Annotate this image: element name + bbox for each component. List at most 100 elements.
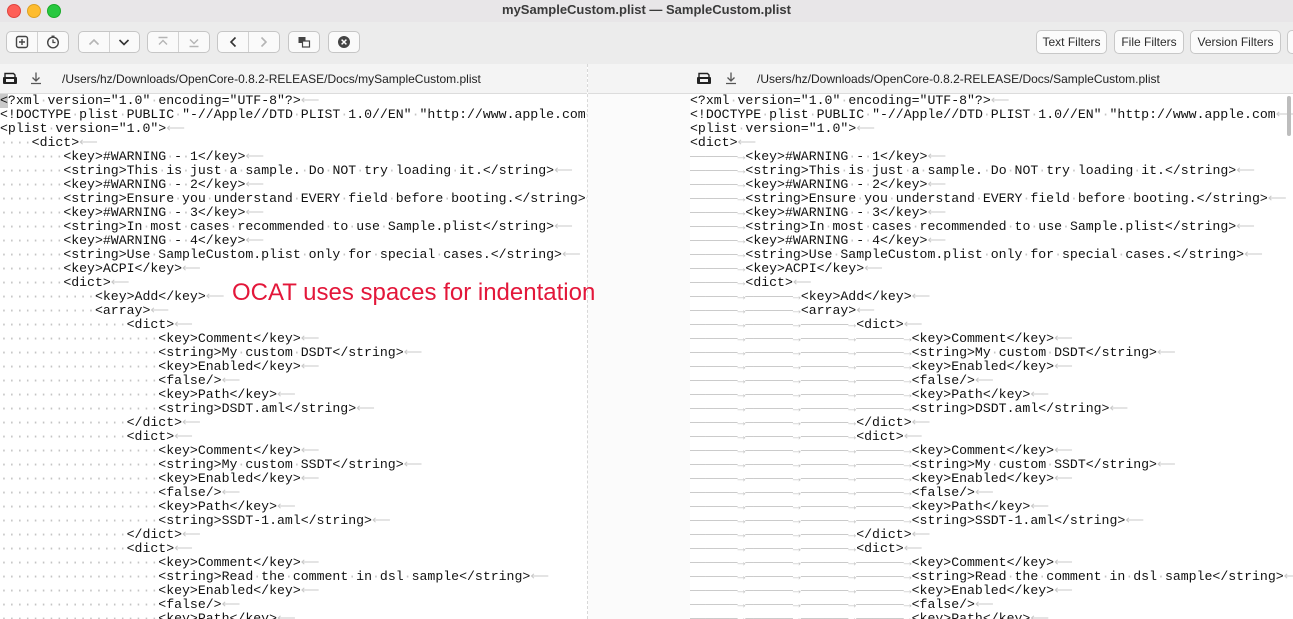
first-difference-icon [158, 36, 168, 45]
next-change-button[interactable] [248, 32, 279, 52]
code-line: ——————→——————→——————→——————→<false/>⟵ [690, 485, 994, 500]
code-line: ····················<key>Path</key>⟵ [0, 499, 296, 514]
title-bar: mySampleCustom.plist — SampleCustom.plis… [0, 0, 1293, 22]
code-line: ········<key>ACPI</key>⟵ [0, 261, 201, 276]
diff-nav-button-group [78, 31, 140, 53]
code-line: ——————→<key>#WARNING·-·1</key>⟵ [690, 149, 947, 164]
first-difference-button[interactable] [148, 32, 178, 52]
new-session-icon [15, 35, 29, 49]
previous-difference-button[interactable] [79, 32, 109, 52]
left-download-icon[interactable] [29, 71, 43, 85]
toolbar: Text Filters File Filters Version Filter… [0, 22, 1293, 65]
code-line: ——————→——————→——————→<dict>⟵ [690, 317, 923, 332]
right-file-path[interactable]: /Users/hz/Downloads/OpenCore-0.8.2-RELEA… [757, 72, 1160, 86]
chevron-right-icon [260, 36, 268, 48]
code-line: ——————→——————→——————→——————→<key>Comment… [690, 555, 1073, 570]
code-line: ········<key>#WARNING·-·1</key>⟵ [0, 149, 265, 164]
code-line: <?xml·version="1.0"·encoding="UTF-8"?>⟵ [0, 94, 320, 108]
code-line: ——————→<key>ACPI</key>⟵ [690, 261, 884, 276]
code-line: ····················<key>Enabled</key>⟵ [0, 583, 320, 598]
next-difference-button[interactable] [108, 32, 140, 52]
code-line: ····················<key>Enabled</key>⟵ [0, 471, 320, 486]
code-line: ——————→<string>Ensure·you·understand·EVE… [690, 191, 1287, 206]
code-line: ——————→<string>This·is·just·a·sample.·Do… [690, 163, 1256, 178]
chevron-left-icon [229, 36, 237, 48]
code-line: ——————→——————→——————→<dict>⟵ [690, 429, 923, 444]
code-line: ················<dict>⟵ [0, 541, 194, 556]
swap-sides-button[interactable] [288, 31, 320, 53]
code-line: <!DOCTYPE·plist·PUBLIC·"-//Apple//DTD·PL… [690, 107, 1293, 122]
file-filters-button[interactable]: File Filters [1114, 30, 1184, 54]
stop-button[interactable] [328, 31, 360, 53]
code-line: ——————→——————→——————→</dict>⟵ [690, 527, 931, 542]
code-line: ——————→——————→——————→——————→<string>SSDT… [690, 513, 1145, 528]
code-line: ——————→——————→<key>Add</key>⟵ [690, 289, 931, 304]
code-line: ——————→——————→——————→——————→<key>Enabled… [690, 359, 1073, 374]
previous-change-button[interactable] [218, 32, 248, 52]
code-line: ····················<string>Read·the·com… [0, 569, 550, 584]
code-line: ····················<false/>⟵ [0, 485, 241, 500]
code-line: ····················<string>My·custom·DS… [0, 345, 423, 360]
left-path-bar: /Users/hz/Downloads/OpenCore-0.8.2-RELEA… [0, 64, 587, 94]
last-difference-icon [189, 39, 199, 48]
close-circle-icon [338, 36, 350, 48]
code-line: ——————→——————→——————→——————→<string>Read… [690, 569, 1293, 584]
code-line: ——————→<key>#WARNING·-·3</key>⟵ [690, 205, 947, 220]
history-button[interactable] [37, 32, 68, 52]
code-line: ····················<string>My·custom·SS… [0, 457, 423, 472]
right-open-file-icon[interactable] [696, 71, 712, 85]
code-line: ················</dict>⟵ [0, 527, 201, 542]
version-filters-button[interactable]: Version Filters [1190, 30, 1281, 54]
text-filters-button[interactable]: Text Filters [1036, 30, 1107, 54]
code-line: ——————→——————→——————→——————→<false/>⟵ [690, 597, 994, 612]
code-line: ——————→<string>In·most·cases·recommended… [690, 219, 1256, 234]
code-line: <?xml·version="1.0"·encoding="UTF-8"?>⟵ [690, 94, 1010, 108]
diff-connector-gutter [588, 94, 690, 619]
left-open-file-icon[interactable] [2, 71, 18, 85]
code-line: ········<string>Use·SampleCustom.plist·o… [0, 247, 581, 262]
code-line: ——————→<dict>⟵ [690, 275, 812, 290]
code-line: ····················<key>Enabled</key>⟵ [0, 359, 320, 374]
annotation-text: OCAT uses spaces for indentation [232, 279, 596, 306]
code-line: ——————→——————→——————→</dict>⟵ [690, 415, 931, 430]
code-line: <dict>⟵ [690, 135, 757, 150]
left-code-view[interactable]: <?xml·version="1.0"·encoding="UTF-8"?>⟵ <… [0, 94, 587, 619]
code-line: ········<key>#WARNING·-·4</key>⟵ [0, 233, 265, 248]
code-line: ····················<key>Path</key>⟵ [0, 611, 296, 619]
chevron-up-icon [88, 38, 99, 46]
right-code-view[interactable]: <?xml·version="1.0"·encoding="UTF-8"?>⟵ <… [690, 94, 1293, 619]
code-line: ········<key>#WARNING·-·3</key>⟵ [0, 205, 265, 220]
first-last-button-group [147, 31, 210, 53]
code-line: ····················<key>Comment</key>⟵ [0, 555, 320, 570]
code-line: ——————→——————→——————→——————→<string>My·c… [690, 345, 1176, 360]
code-line: ····················<key>Comment</key>⟵ [0, 331, 320, 346]
code-line: <plist·version="1.0">⟵ [690, 121, 876, 136]
code-line: ····················<string>DSDT.aml</st… [0, 401, 376, 416]
right-scroll-thumb[interactable] [1287, 96, 1291, 136]
code-line: <plist·version="1.0">⟵ [0, 121, 186, 136]
left-file-path[interactable]: /Users/hz/Downloads/OpenCore-0.8.2-RELEA… [62, 72, 481, 86]
code-line: ················<dict>⟵ [0, 317, 194, 332]
right-download-icon[interactable] [724, 71, 738, 85]
pane-divider[interactable] [587, 64, 589, 619]
clock-icon [46, 35, 60, 49]
left-code-pane[interactable]: <?xml·version="1.0"·encoding="UTF-8"?>⟵ <… [0, 94, 587, 619]
right-path-bar: /Users/hz/Downloads/OpenCore-0.8.2-RELEA… [588, 64, 1293, 94]
code-line: ——————→——————→——————→——————→<false/>⟵ [690, 373, 994, 388]
more-toolbar-button[interactable] [1287, 30, 1293, 54]
session-button-group [6, 31, 69, 53]
code-line: ——————→——————→——————→——————→<key>Enabled… [690, 583, 1073, 598]
code-line: ——————→——————→<array>⟵ [690, 303, 876, 318]
code-line: ····················<key>Path</key>⟵ [0, 387, 296, 402]
code-line: ——————→<string>Use·SampleCustom.plist·on… [690, 247, 1263, 262]
code-line: ——————→——————→——————→——————→<key>Path</k… [690, 387, 1050, 402]
code-line: ····················<false/>⟵ [0, 373, 241, 388]
code-line: ——————→——————→——————→<dict>⟵ [690, 541, 923, 556]
code-line: ——————→<key>#WARNING·-·4</key>⟵ [690, 233, 947, 248]
code-line: ········<key>#WARNING·-·2</key>⟵ [0, 177, 265, 192]
code-line: ····<dict>⟵ [0, 135, 99, 150]
last-difference-button[interactable] [178, 32, 209, 52]
right-code-pane[interactable]: <?xml·version="1.0"·encoding="UTF-8"?>⟵ <… [690, 94, 1293, 619]
swap-icon [298, 37, 311, 48]
new-session-button[interactable] [7, 32, 37, 52]
